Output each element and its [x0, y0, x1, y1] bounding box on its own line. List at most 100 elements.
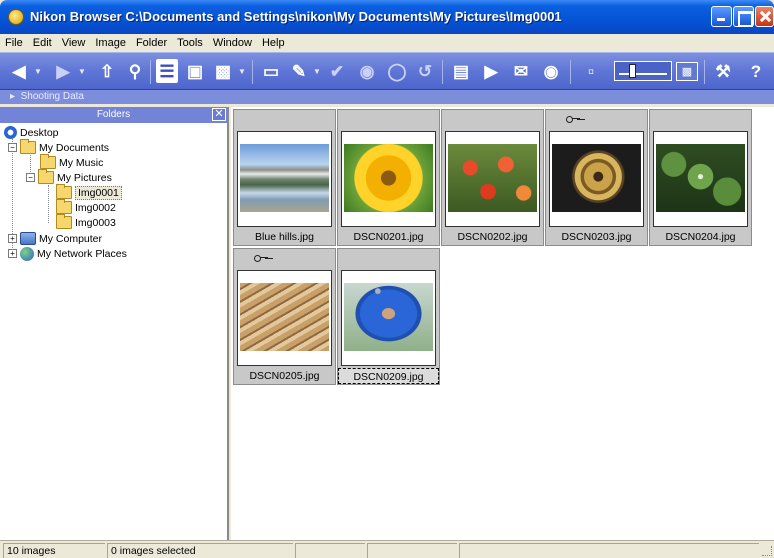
tree-item-desktop[interactable]: Desktop	[4, 125, 59, 140]
minimize-button[interactable]	[711, 6, 732, 27]
tree-item-my-computer[interactable]: + My Computer	[8, 231, 102, 246]
tree-item-img0003[interactable]: Img0003	[56, 214, 116, 230]
thumbnail-image	[445, 131, 540, 227]
resize-grip-icon[interactable]	[762, 546, 772, 556]
collapse-icon[interactable]: −	[8, 143, 17, 152]
thumbnail-area: Blue hills.jpg DSCN0201.jpg DSCN0202.jpg…	[231, 107, 774, 540]
tree-item-label: My Pictures	[57, 171, 112, 184]
tree-item-label: My Documents	[39, 141, 110, 154]
folder-icon	[56, 214, 72, 229]
thumbnail-header	[338, 249, 439, 267]
thumbnail-image	[549, 131, 644, 227]
shooting-data-label: Shooting Data	[20, 91, 84, 102]
folder-tree-icon[interactable]: ☰	[156, 59, 178, 83]
thumbnail-item[interactable]: DSCN0203.jpg	[545, 109, 648, 246]
shooting-data-bar[interactable]: ▸ Shooting Data	[0, 90, 774, 104]
menu-tools[interactable]: Tools	[172, 34, 208, 52]
collapse-icon[interactable]: −	[26, 173, 35, 182]
status-cell-empty	[459, 543, 759, 558]
close-button[interactable]	[755, 6, 774, 27]
menu-image[interactable]: Image	[90, 34, 131, 52]
thumbnail-header	[338, 110, 439, 128]
thumbnail-filename: DSCN0209.jpg	[338, 368, 439, 384]
protect-icon[interactable]: ◉	[356, 59, 378, 83]
tools-icon[interactable]: ⚒	[712, 59, 734, 83]
tree-item-img0002[interactable]: Img0002	[56, 199, 116, 215]
close-panel-icon[interactable]: ✕	[212, 108, 226, 121]
title-bar: Nikon Browser C:\Documents and Settings\…	[0, 0, 774, 34]
thumbnail-header	[650, 110, 751, 128]
toolbar: ◀ ▼ ▶ ▼ ⇧ ⚲ ☰ ▣ ▩ ▼ ▭ ✎ ▼ ✔ ◉ ◯ ↺ ▤ ▶ ✉ …	[0, 52, 774, 90]
thumbnail-size-slider[interactable]	[614, 61, 672, 81]
menu-help[interactable]: Help	[257, 34, 290, 52]
tree-item-my-documents[interactable]: − My Documents	[8, 139, 110, 155]
toolbar-separator	[150, 60, 151, 84]
maximize-button[interactable]	[733, 6, 754, 27]
protect-key-icon	[254, 255, 268, 262]
menu-edit[interactable]: Edit	[28, 34, 57, 52]
tree-item-label: Img0002	[75, 201, 116, 214]
thumbnail-item[interactable]: DSCN0205.jpg	[233, 248, 336, 385]
tree-connector	[48, 185, 49, 223]
web-icon[interactable]: ◉	[540, 59, 562, 83]
thumbnail-grid-icon[interactable]: ▩	[676, 62, 698, 81]
slideshow-dropdown-icon[interactable]: ▼	[238, 67, 246, 76]
protect-key-icon	[566, 116, 580, 123]
check-icon[interactable]: ✔	[326, 59, 348, 83]
print-icon[interactable]: ▤	[450, 59, 472, 83]
thumbnail-item[interactable]: DSCN0201.jpg	[337, 109, 440, 246]
edit-icon[interactable]: ✎	[288, 59, 310, 83]
folders-panel: Folders ✕ Desktop − My Documents My Musi…	[0, 107, 229, 540]
forward-icon[interactable]: ▶	[52, 59, 74, 83]
network-icon	[20, 246, 34, 261]
thumbnail-filename: DSCN0203.jpg	[561, 231, 632, 243]
slider-knob[interactable]	[629, 64, 636, 78]
expand-arrow-icon: ▸	[10, 91, 16, 102]
expand-icon[interactable]: +	[8, 234, 17, 243]
up-folder-icon[interactable]: ⇧	[96, 59, 118, 83]
expand-icon[interactable]: +	[8, 249, 17, 258]
thumbnail-item[interactable]: DSCN0204.jpg	[649, 109, 752, 246]
tree-item-my-network-places[interactable]: + My Network Places	[8, 246, 127, 261]
thumbnail-header	[234, 110, 335, 128]
search-icon[interactable]: ⚲	[124, 59, 146, 83]
thumbnail-item[interactable]: DSCN0202.jpg	[441, 109, 544, 246]
slideshow-icon[interactable]: ▩	[212, 59, 234, 83]
pictures-folder-icon	[38, 169, 54, 184]
thumbnail-header	[546, 110, 647, 128]
edit-dropdown-icon[interactable]: ▼	[313, 67, 321, 76]
tree-item-my-music[interactable]: My Music	[40, 154, 103, 170]
folders-header: Folders ✕	[0, 107, 227, 123]
tree-item-my-pictures[interactable]: − My Pictures	[26, 169, 112, 185]
help-icon[interactable]: ?	[745, 59, 767, 83]
forward-dropdown-icon[interactable]: ▼	[78, 67, 86, 76]
play-icon[interactable]: ▶	[480, 59, 502, 83]
status-cell-empty	[295, 543, 365, 558]
thumbnail-image	[237, 270, 332, 366]
transfer-icon[interactable]: ▣	[184, 59, 206, 83]
back-icon[interactable]: ◀	[8, 59, 30, 83]
rotate-icon[interactable]: ◯	[386, 59, 408, 83]
toolbar-separator	[252, 60, 253, 84]
music-folder-icon	[40, 154, 56, 169]
tree-item-img0001[interactable]: Img0001	[56, 184, 122, 200]
zoom-icon[interactable]: ▫	[580, 59, 602, 83]
menu-folder[interactable]: Folder	[131, 34, 172, 52]
mail-icon[interactable]: ✉	[510, 59, 532, 83]
folder-icon	[56, 199, 72, 214]
undo-icon[interactable]: ↺	[414, 59, 436, 83]
status-image-count: 10 images	[3, 543, 105, 558]
thumbnail-item[interactable]: DSCN0209.jpg	[337, 248, 440, 385]
menu-view[interactable]: View	[57, 34, 91, 52]
thumbnail-item[interactable]: Blue hills.jpg	[233, 109, 336, 246]
status-bar: 10 images 0 images selected	[0, 540, 774, 558]
thumbnail-image	[341, 270, 436, 366]
menu-window[interactable]: Window	[208, 34, 257, 52]
tree-item-label: My Network Places	[37, 247, 127, 260]
thumbnail-filename: DSCN0205.jpg	[249, 370, 320, 382]
status-cell-empty	[367, 543, 457, 558]
slider-track	[619, 73, 667, 75]
back-dropdown-icon[interactable]: ▼	[34, 67, 42, 76]
menu-file[interactable]: File	[0, 34, 28, 52]
new-folder-icon[interactable]: ▭	[260, 59, 282, 83]
